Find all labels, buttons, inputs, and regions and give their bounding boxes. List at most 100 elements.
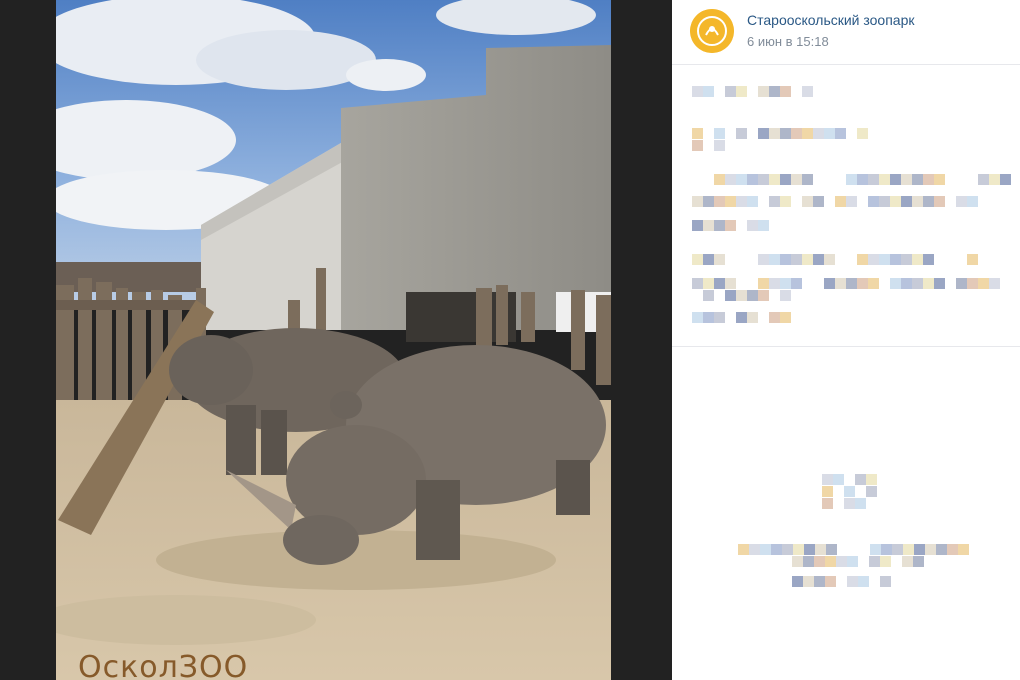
redacted-pixel	[714, 278, 725, 289]
redacted-pixel	[714, 128, 725, 139]
redacted-pixel	[725, 86, 736, 97]
redacted-pixel	[826, 544, 837, 555]
group-avatar[interactable]	[690, 9, 734, 53]
redacted-pixel	[780, 128, 791, 139]
redacted-pixel	[769, 254, 780, 265]
pixelated-comment-area	[712, 468, 1002, 598]
redacted-pixel	[890, 174, 901, 185]
redacted-pixel	[825, 556, 836, 567]
redacted-pixel	[846, 196, 857, 207]
redacted-pixel	[725, 220, 736, 231]
redacted-pixel	[780, 254, 791, 265]
redacted-pixel	[791, 278, 802, 289]
redacted-pixel	[793, 544, 804, 555]
redacted-pixel	[725, 278, 736, 289]
redacted-pixel	[967, 278, 978, 289]
redacted-pixel	[747, 196, 758, 207]
redacted-pixel	[855, 474, 866, 485]
redacted-pixel	[947, 544, 958, 555]
redacted-pixel	[769, 196, 780, 207]
redacted-pixel	[714, 254, 725, 265]
redacted-pixel	[791, 254, 802, 265]
redacted-pixel	[868, 196, 879, 207]
redacted-pixel	[912, 254, 923, 265]
redacted-pixel	[725, 290, 736, 301]
redacted-pixel	[804, 544, 815, 555]
redacted-pixel	[825, 576, 836, 587]
redacted-pixel	[844, 498, 855, 509]
post-photo[interactable]: ОсколЗОО	[56, 0, 611, 680]
redacted-pixel	[780, 174, 791, 185]
redacted-pixel	[791, 174, 802, 185]
redacted-pixel	[901, 174, 912, 185]
redacted-pixel	[936, 544, 947, 555]
redacted-pixel	[803, 556, 814, 567]
redacted-pixel	[738, 544, 749, 555]
redacted-pixel	[792, 576, 803, 587]
redacted-pixel	[814, 556, 825, 567]
redacted-pixel	[833, 474, 844, 485]
redacted-pixel	[857, 174, 868, 185]
avatar-logo-icon	[690, 9, 734, 53]
redacted-pixel	[769, 278, 780, 289]
redacted-pixel	[824, 254, 835, 265]
redacted-pixel	[769, 174, 780, 185]
redacted-pixel	[714, 174, 725, 185]
redacted-pixel	[857, 278, 868, 289]
redacted-pixel	[802, 254, 813, 265]
redacted-pixel	[835, 196, 846, 207]
redacted-pixel	[780, 312, 791, 323]
redacted-pixel	[967, 254, 978, 265]
redacted-pixel	[913, 556, 924, 567]
redacted-pixel	[803, 576, 814, 587]
redacted-pixel	[890, 254, 901, 265]
redacted-pixel	[967, 196, 978, 207]
redacted-pixel	[692, 312, 703, 323]
redacted-pixel	[989, 278, 1000, 289]
redacted-pixel	[703, 278, 714, 289]
redacted-pixel	[868, 254, 879, 265]
post-date[interactable]: 6 июн в 15:18	[747, 34, 829, 49]
post-header: Старооскольский зоопарк 6 июн в 15:18	[672, 0, 1020, 65]
redacted-pixel	[934, 174, 945, 185]
redacted-pixel	[858, 576, 869, 587]
redacted-pixel	[866, 486, 877, 497]
redacted-pixel	[880, 556, 891, 567]
redacted-pixel	[736, 290, 747, 301]
redacted-pixel	[903, 544, 914, 555]
redacted-pixel	[892, 544, 903, 555]
redacted-pixel	[978, 174, 989, 185]
redacted-pixel	[923, 174, 934, 185]
post-side-panel: Старооскольский зоопарк 6 июн в 15:18	[672, 0, 1020, 680]
redacted-pixel	[890, 196, 901, 207]
redacted-pixel	[870, 544, 881, 555]
redacted-pixel	[925, 544, 936, 555]
rhino-photo-image	[56, 0, 611, 680]
redacted-pixel	[956, 278, 967, 289]
redacted-pixel	[912, 278, 923, 289]
redacted-pixel	[703, 86, 714, 97]
redacted-pixel	[912, 174, 923, 185]
group-name-link[interactable]: Старооскольский зоопарк	[747, 12, 915, 28]
redacted-pixel	[901, 278, 912, 289]
redacted-pixel	[692, 128, 703, 139]
redacted-pixel	[989, 174, 1000, 185]
redacted-pixel	[866, 474, 877, 485]
redacted-pixel	[923, 278, 934, 289]
redacted-pixel	[881, 544, 892, 555]
redacted-pixel	[692, 220, 703, 231]
redacted-pixel	[868, 174, 879, 185]
redacted-pixel	[824, 278, 835, 289]
redacted-pixel	[758, 174, 769, 185]
redacted-pixel	[769, 128, 780, 139]
redacted-pixel	[923, 254, 934, 265]
redacted-pixel	[749, 544, 760, 555]
redacted-pixel	[725, 174, 736, 185]
redacted-pixel	[835, 128, 846, 139]
redacted-pixel	[923, 196, 934, 207]
redacted-pixel	[782, 544, 793, 555]
redacted-pixel	[815, 544, 826, 555]
redacted-pixel	[879, 174, 890, 185]
redacted-pixel	[771, 544, 782, 555]
redacted-pixel	[934, 196, 945, 207]
